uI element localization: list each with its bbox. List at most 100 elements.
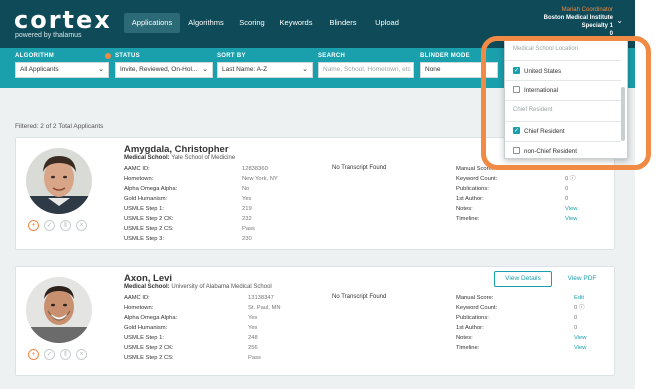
gold-humanism-value: Yes <box>242 196 252 202</box>
step3-value: 230 <box>242 236 252 242</box>
user-menu[interactable]: Mariah Coordinator Boston Medical Instit… <box>544 6 613 38</box>
nav-algorithms[interactable]: Algorithms <box>184 13 228 33</box>
notes-label: Notes: <box>456 206 473 212</box>
chevron-down-icon: ⌄ <box>202 66 208 73</box>
user-specialty: Specialty 1 <box>581 23 613 29</box>
first-author-label: 1st Author: <box>456 325 484 331</box>
step3-label: USMLE Step 3: <box>124 236 164 242</box>
aamc-value: 13138347 <box>248 295 274 301</box>
step1-label: USMLE Step 1: <box>124 335 164 341</box>
sort-by-select[interactable]: Last Name: A-Z ⌄ <box>217 62 313 78</box>
pause-icon[interactable]: ‖ <box>60 349 71 360</box>
add-icon[interactable]: + <box>28 349 39 360</box>
applicant-name[interactable]: Amygdala, Christopher <box>124 144 229 155</box>
keyword-count-label: Keyword Count: <box>456 305 498 311</box>
cortex-logo[interactable]: cortex powered by thalamus <box>14 6 110 42</box>
gold-humanism-label: Gold Humanism: <box>124 196 168 202</box>
chevron-down-icon: ⌄ <box>98 66 104 73</box>
transcript-status: No Transcript Found <box>332 294 387 300</box>
keyword-count-value: 0 <box>574 305 578 311</box>
step1-value: 248 <box>248 335 258 341</box>
search-input[interactable]: Name, School, Hometown, etc <box>318 62 414 78</box>
user-role: Mariah Coordinator <box>561 7 613 13</box>
filter-summary: Filtered: 2 of 2 Total Applicants <box>15 123 104 130</box>
first-author-value: 0 <box>574 325 578 331</box>
sort-by-label: SORT BY <box>217 53 246 59</box>
avatar <box>26 148 92 214</box>
step2cs-value: Pass <box>248 355 261 361</box>
algorithm-value: All Applicants <box>20 66 59 73</box>
timeline-view-link[interactable]: View <box>574 344 586 353</box>
aoa-value: No <box>242 186 250 192</box>
nav-blinders[interactable]: Blinders <box>324 13 362 33</box>
manual-score-label: Manual Score: <box>456 295 494 301</box>
status-indicator-dot <box>105 53 111 59</box>
logo-tagline: powered by thalamus <box>15 32 82 39</box>
timeline-label: Timeline: <box>456 216 480 222</box>
step2ck-value: 256 <box>248 345 258 351</box>
gold-humanism-label: Gold Humanism: <box>124 325 168 331</box>
logo-wordmark: cortex <box>14 6 112 34</box>
first-author-value: 0 <box>565 196 569 202</box>
status-select[interactable]: Invite, Reviewed, On-Hol... ⌄ <box>115 62 213 78</box>
step2ck-label: USMLE Step 2 CK: <box>124 216 174 222</box>
step1-value: 219 <box>242 206 252 212</box>
view-details-button[interactable]: View Details <box>494 271 552 287</box>
info-icon[interactable]: ⓘ <box>570 176 576 182</box>
step2cs-label: USMLE Step 2 CS: <box>124 355 174 361</box>
transcript-status: No Transcript Found <box>332 165 387 171</box>
check-icon[interactable]: ✓ <box>44 349 55 360</box>
timeline-view-link[interactable]: View <box>565 215 577 224</box>
gold-humanism-value: Yes <box>248 325 258 331</box>
step2ck-value: 232 <box>242 216 252 222</box>
close-icon[interactable]: × <box>76 220 87 231</box>
nav-applications[interactable]: Applications <box>124 13 180 33</box>
add-icon[interactable]: + <box>28 220 39 231</box>
close-icon[interactable]: × <box>76 349 87 360</box>
publications-label: Publications: <box>456 186 489 192</box>
annotation-highlight <box>481 36 651 170</box>
pause-icon[interactable]: ‖ <box>60 220 71 231</box>
blinder-mode-value: None <box>425 66 441 73</box>
first-author-label: 1st Author: <box>456 196 484 202</box>
publications-value: 0 <box>574 315 578 321</box>
algorithm-select[interactable]: All Applicants ⌄ <box>15 62 109 78</box>
check-icon[interactable]: ✓ <box>44 220 55 231</box>
edit-score-link[interactable]: Edit <box>574 294 584 303</box>
applicant-card: + ✓ ‖ × Axon, Levi Medical School: Unive… <box>15 266 615 376</box>
hometown-label: Hometown: <box>124 305 154 311</box>
chevron-down-icon: ⌄ <box>302 66 308 73</box>
search-label: SEARCH <box>318 53 346 59</box>
keyword-count-value: 0 <box>565 176 569 182</box>
step2cs-value: Pass <box>242 226 255 232</box>
status-label: STATUS <box>115 53 140 59</box>
hometown-label: Hometown: <box>124 176 154 182</box>
step2cs-label: USMLE Step 2 CS: <box>124 226 174 232</box>
step2ck-label: USMLE Step 2 CK: <box>124 345 174 351</box>
hometown-value: New York, NY <box>242 176 278 182</box>
aamc-label: AAMC ID: <box>124 166 150 172</box>
nav-scoring[interactable]: Scoring <box>234 13 270 33</box>
aoa-label: Alpha Omega Alpha: <box>124 186 178 192</box>
publications-value: 0 <box>565 186 569 192</box>
keyword-count-field: 0 ⓘ <box>565 175 576 184</box>
aoa-value: Yes <box>248 315 258 321</box>
sort-by-value: Last Name: A-Z <box>222 66 268 73</box>
notes-view-link[interactable]: View <box>565 205 577 214</box>
algorithm-label: ALGORITHM <box>15 53 55 59</box>
aoa-label: Alpha Omega Alpha: <box>124 315 178 321</box>
applicant-name[interactable]: Axon, Levi <box>124 273 172 284</box>
notes-label: Notes: <box>456 335 473 341</box>
chevron-down-icon[interactable]: ⌄ <box>616 16 623 25</box>
nav-upload[interactable]: Upload <box>370 13 404 33</box>
nav-keywords[interactable]: Keywords <box>276 13 316 33</box>
view-pdf-link[interactable]: View PDF <box>557 271 607 287</box>
info-icon[interactable]: ⓘ <box>579 305 585 311</box>
notes-view-link[interactable]: View <box>574 334 586 343</box>
avatar <box>26 277 92 343</box>
keyword-count-field: 0 ⓘ <box>574 304 585 313</box>
step1-label: USMLE Step 1: <box>124 206 164 212</box>
applicant-school: Medical School: Yale School of Medicine <box>124 155 236 161</box>
publications-label: Publications: <box>456 315 489 321</box>
status-value: Invite, Reviewed, On-Hol... <box>120 66 198 73</box>
